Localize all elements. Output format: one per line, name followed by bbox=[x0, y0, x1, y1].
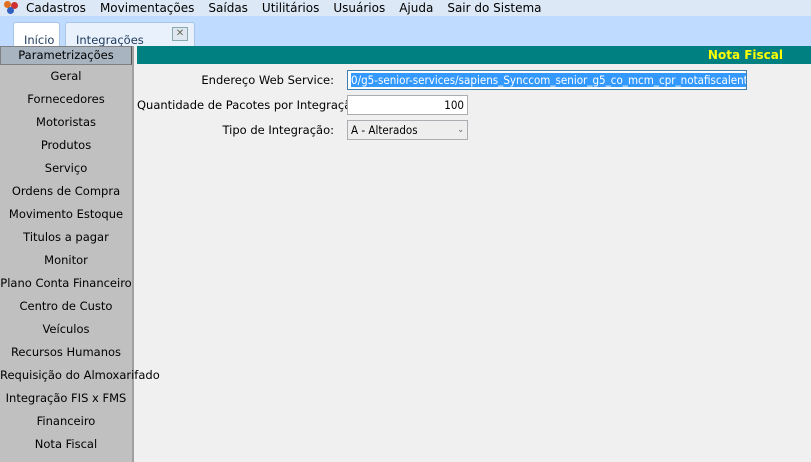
sidebar-item[interactable]: Ordens de Compra bbox=[0, 180, 132, 203]
close-tab-icon[interactable]: ✕ bbox=[172, 27, 188, 41]
quantidade-label: Quantidade de Pacotes por Integração: bbox=[137, 98, 363, 112]
sidebar-item[interactable]: Plano Conta Financeiro bbox=[0, 272, 132, 295]
sidebar-item[interactable]: Monitor bbox=[0, 249, 132, 272]
menu-bar: Cadastros Movimentações Saídas Utilitári… bbox=[0, 0, 811, 16]
app-logo-icon bbox=[4, 1, 20, 15]
quantidade-row: Quantidade de Pacotes por Integração: 10… bbox=[137, 95, 468, 115]
tipo-value: A - Alterados bbox=[351, 123, 418, 137]
sidebar-header[interactable]: Parametrizações bbox=[0, 46, 132, 65]
menu-cadastros[interactable]: Cadastros bbox=[26, 1, 86, 15]
sidebar-item[interactable]: Nota Fiscal bbox=[0, 433, 132, 456]
sidebar-item[interactable]: Fornecedores bbox=[0, 88, 132, 111]
endereco-label: Endereço Web Service: bbox=[201, 73, 334, 87]
sidebar-item[interactable]: Motoristas bbox=[0, 111, 132, 134]
tab-integracoes-senior[interactable]: Integrações Senior✕ bbox=[65, 22, 195, 61]
sidebar-item[interactable]: Recursos Humanos bbox=[0, 341, 132, 364]
quantidade-input[interactable]: 100 bbox=[347, 95, 468, 115]
tipo-integracao-select[interactable]: A - Alterados ⌄ bbox=[347, 120, 468, 140]
sidebar-item[interactable]: Centro de Custo bbox=[0, 295, 132, 318]
tipo-row: Tipo de Integração: A - Alterados ⌄ bbox=[137, 120, 468, 140]
tab-strip: Início Integrações Senior✕ bbox=[0, 16, 811, 61]
tab-inicio[interactable]: Início bbox=[13, 22, 60, 47]
sidebar-item[interactable]: Requisição do Almoxarifado bbox=[0, 364, 160, 387]
sidebar-item[interactable]: Produtos bbox=[0, 134, 132, 157]
menu-utilitarios[interactable]: Utilitários bbox=[262, 1, 319, 15]
tab-label: Início bbox=[24, 33, 55, 47]
endereco-row: Endereço Web Service: 0/g5-senior-servic… bbox=[137, 70, 747, 90]
menu-ajuda[interactable]: Ajuda bbox=[399, 1, 433, 15]
sidebar-item[interactable]: Integração FIS x FMS bbox=[0, 387, 132, 410]
sidebar-item[interactable]: Titulos a pagar bbox=[0, 226, 132, 249]
sidebar-item[interactable]: Serviço bbox=[0, 157, 132, 180]
sidebar-item[interactable]: Veículos bbox=[0, 318, 132, 341]
tipo-label: Tipo de Integração: bbox=[222, 123, 334, 137]
sidebar-item[interactable]: Geral bbox=[0, 65, 132, 88]
menu-saidas[interactable]: Saídas bbox=[208, 1, 248, 15]
menu-sair[interactable]: Sair do Sistema bbox=[447, 1, 541, 15]
sidebar-item[interactable]: Financeiro bbox=[0, 410, 132, 433]
endereco-web-service-input[interactable]: 0/g5-senior-services/sapiens_Synccom_sen… bbox=[347, 70, 747, 90]
page-title: Nota Fiscal bbox=[137, 46, 811, 64]
menu-movimentacoes[interactable]: Movimentações bbox=[100, 1, 194, 15]
sidebar-item[interactable]: Movimento Estoque bbox=[0, 203, 132, 226]
sidebar: Parametrizações Geral Fornecedores Motoris… bbox=[0, 46, 160, 462]
endereco-value: 0/g5-senior-services/sapiens_Synccom_sen… bbox=[351, 73, 746, 87]
menu-usuarios[interactable]: Usuários bbox=[333, 1, 385, 15]
chevron-down-icon: ⌄ bbox=[457, 125, 464, 135]
